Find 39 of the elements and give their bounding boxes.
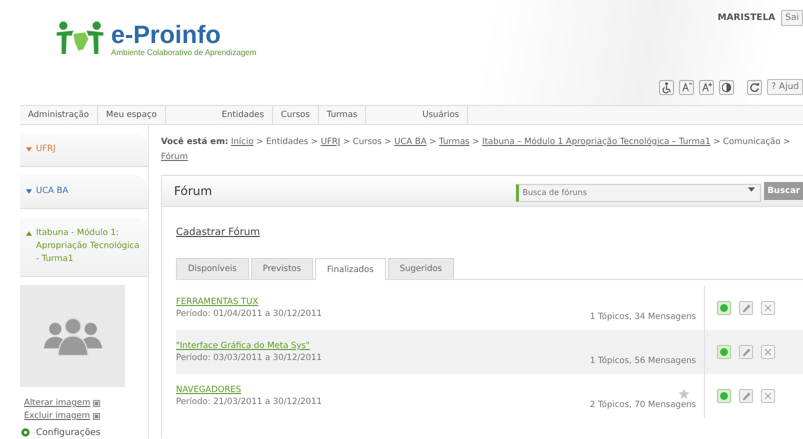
sidebar-item[interactable]: UCA BA (20, 175, 148, 209)
period-text: Período: 21/03/2011 a 30/12/2011 (176, 397, 323, 407)
image-link[interactable]: Excluir imagem (24, 410, 90, 423)
nav-item[interactable]: Cursos (272, 106, 319, 124)
tab[interactable]: Sugeridos (388, 258, 454, 279)
create-forum-link[interactable]: Cadastrar Fórum (176, 227, 803, 238)
breadcrumb-link[interactable]: Itabuna – Módulo 1 Apropriação Tecnológica – Turma1 (482, 137, 710, 147)
tab[interactable]: Previstos (250, 258, 314, 279)
breadcrumb-link[interactable]: Turmas (439, 137, 470, 147)
breadcrumb: Você está em: Início > Entidades > UFRJ > Cursos > UCA BA > Turmas > Itabuna – Módulo 1 Apropriação Tecnológica – Turma1 > Comunicação > Fórum (161, 136, 792, 164)
logout-button[interactable]: Sai (781, 10, 803, 26)
stats-text: 1 Tópicos, 34 Mensagens (590, 312, 696, 322)
stats-text: 1 Tópicos, 56 Mensagens (590, 356, 696, 366)
nav-item[interactable]: Turmas (318, 106, 366, 124)
forum-title-link[interactable]: FERRAMENTAS TUX (176, 297, 258, 307)
breadcrumb-link[interactable]: Início (231, 137, 254, 147)
stats-text: 2 Tópicos, 70 Mensagens (590, 400, 696, 410)
nav-item[interactable]: Usuários (414, 106, 468, 124)
search-field[interactable]: Busca de fóruns (516, 184, 762, 202)
period-text: Período: 01/04/2011 a 30/12/2011 (176, 309, 323, 319)
breadcrumb-link[interactable]: Fórum (161, 152, 188, 162)
period-text: Período: 03/03/2011 a 30/12/2011 (176, 353, 323, 363)
help-button[interactable]: ? Ajud (767, 79, 803, 95)
breadcrumb-link[interactable]: UCA BA (394, 137, 427, 147)
logo-subtitle: Ambiente Colaborativo de Aprendizagem (111, 48, 256, 56)
user-name: MARISTELA (718, 13, 776, 23)
forum-title-link[interactable]: NAVEGADORES (176, 385, 242, 395)
tab[interactable]: Finalizados (315, 258, 386, 280)
tab[interactable]: Disponíveis (176, 258, 249, 279)
sidebar-item[interactable]: Itabuna - Módulo 1: Apropriação Tecnológica - Turma1 (20, 217, 148, 277)
logo-title: e-Proinfo (111, 22, 222, 48)
settings-link[interactable]: Configurações (36, 428, 100, 438)
forum-title-link[interactable]: "Interface Gráfica do Meta Sys" (176, 341, 310, 351)
image-link[interactable]: Alterar imagem (24, 397, 90, 410)
nav-item[interactable]: Entidades (214, 106, 273, 124)
panel-title: Fórum (174, 184, 214, 198)
nav-item[interactable]: Administração (20, 106, 98, 124)
nav-item[interactable]: Meu espaço (98, 106, 166, 124)
breadcrumb-link[interactable]: UFRJ (320, 137, 340, 147)
